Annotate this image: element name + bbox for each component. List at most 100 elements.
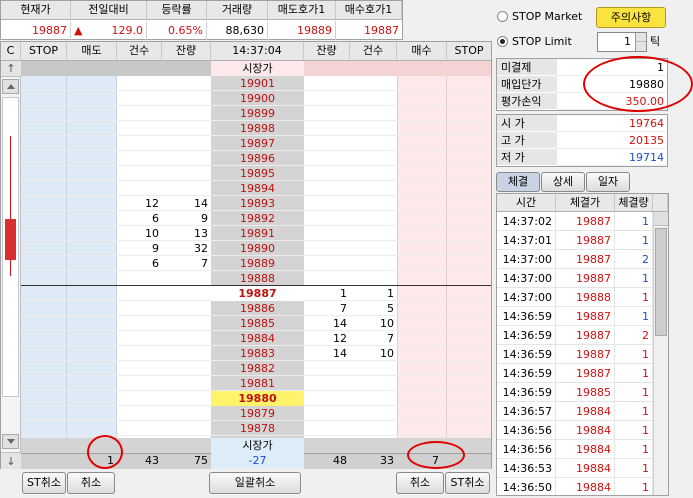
price-cell[interactable]: 19891 <box>211 226 304 241</box>
price-cell[interactable]: 19890 <box>211 241 304 256</box>
change-value: 129.0 <box>86 21 147 40</box>
price-cell[interactable]: 19901 <box>211 76 304 91</box>
price-cell[interactable]: 19888 <box>211 271 304 286</box>
trade-qty: 1 <box>615 212 653 231</box>
price-cell[interactable]: 19885 <box>211 316 304 331</box>
price-cell[interactable]: 19883 <box>211 346 304 361</box>
price-cell[interactable]: 19897 <box>211 136 304 151</box>
trades-scroll-up-icon[interactable] <box>654 212 668 226</box>
price-cell[interactable]: 19898 <box>211 121 304 136</box>
trade-time: 14:36:56 <box>497 421 556 440</box>
scroll-down-button[interactable] <box>2 434 19 449</box>
tick-up-icon[interactable] <box>635 33 646 42</box>
buy-count-cell <box>350 166 397 181</box>
price-cell[interactable]: 19894 <box>211 181 304 196</box>
candle-body <box>5 219 16 260</box>
buy-count-cell: 10 <box>380 317 394 330</box>
header-stop-right: STOP <box>447 42 491 61</box>
tab-daily[interactable]: 일자 <box>586 172 630 192</box>
buy-count-cell <box>350 391 397 406</box>
price-cell[interactable]: 19884 <box>211 331 304 346</box>
stop-market-radio[interactable] <box>497 11 508 22</box>
header-sell-remain: 잔량 <box>162 42 211 61</box>
stop-limit-radio[interactable] <box>497 36 508 47</box>
quote-header-bid1: 매수호가1 <box>336 1 402 20</box>
caution-button[interactable]: 주의사항 <box>596 7 666 28</box>
price-cell[interactable]: 19893 <box>211 196 304 211</box>
sell-count-cell <box>117 181 162 196</box>
ohl-value: 19714 <box>557 149 667 166</box>
sell-remain-cell <box>162 421 211 436</box>
sell-remain-cell <box>162 271 211 286</box>
quote-header-rate: 등락률 <box>147 1 207 20</box>
st-cancel-left-button[interactable]: ST취소 <box>22 472 66 494</box>
tick-value[interactable]: 1 <box>598 33 634 51</box>
sell-remain-cell: 13 <box>194 227 208 240</box>
buy-remain-cell <box>304 211 350 226</box>
trade-price: 19884 <box>556 459 615 478</box>
trade-qty: 1 <box>615 288 653 307</box>
quote-header-current: 현재가 <box>1 1 71 20</box>
market-price-bottom[interactable]: 시장가 <box>211 438 304 453</box>
trade-price: 19884 <box>556 421 615 440</box>
price-cell[interactable]: 19900 <box>211 91 304 106</box>
sell-count-cell <box>117 406 162 421</box>
tab-trades[interactable]: 체결 <box>496 172 540 192</box>
cancel-right-button[interactable]: 취소 <box>396 472 444 494</box>
stop-market-label[interactable]: STOP Market <box>512 9 592 25</box>
price-cell[interactable]: 19896 <box>211 151 304 166</box>
annotation-circle-sell-pending <box>87 435 123 469</box>
buy-count-cell <box>350 361 397 376</box>
trade-qty: 1 <box>615 307 653 326</box>
tab-detail[interactable]: 상세 <box>541 172 585 192</box>
tick-down-icon[interactable] <box>635 42 646 51</box>
cancel-all-button[interactable]: 일괄취소 <box>209 472 301 494</box>
trades-scroll-thumb[interactable] <box>655 228 667 336</box>
scroll-top-arrow-icon[interactable]: ↑ <box>1 61 21 77</box>
market-price-top[interactable]: 시장가 <box>211 61 304 76</box>
sell-count-cell: 9 <box>152 242 159 255</box>
trade-price: 19887 <box>556 269 615 288</box>
scroll-up-button[interactable] <box>2 79 19 94</box>
sell-count-cell <box>117 301 162 316</box>
buy-count-cell <box>350 211 397 226</box>
chart-c-button[interactable]: C <box>1 42 21 61</box>
tick-stepper[interactable]: 1 <box>597 32 647 52</box>
sell-count-cell <box>117 76 162 91</box>
trade-qty: 1 <box>615 364 653 383</box>
quote-header-change: 전일대비 <box>71 1 147 20</box>
trades-scrollbar[interactable] <box>653 212 668 495</box>
sell-count-cell <box>117 316 162 331</box>
cancel-left-button[interactable]: 취소 <box>67 472 115 494</box>
st-cancel-right-button[interactable]: ST취소 <box>445 472 490 494</box>
sell-count-cell <box>117 286 162 301</box>
stop-limit-label[interactable]: STOP Limit <box>512 34 592 50</box>
sell-count-cell <box>117 361 162 376</box>
price-cell[interactable]: 19879 <box>211 406 304 421</box>
price-cell[interactable]: 19889 <box>211 256 304 271</box>
price-cell[interactable]: 19886 <box>211 301 304 316</box>
price-cell[interactable]: 19892 <box>211 211 304 226</box>
total-diff: -27 <box>211 453 304 469</box>
trade-qty: 1 <box>615 269 653 288</box>
trades-header-spacer <box>653 194 668 212</box>
buy-remain-cell <box>304 76 350 91</box>
buy-remain-cell <box>304 151 350 166</box>
trade-qty: 2 <box>615 250 653 269</box>
price-cell[interactable]: 19878 <box>211 421 304 436</box>
buy-count-cell: 10 <box>380 347 394 360</box>
price-cell[interactable]: 19880 <box>211 391 304 406</box>
buy-count-cell <box>350 421 397 436</box>
scroll-bottom-arrow-icon[interactable]: ↓ <box>1 452 21 469</box>
trade-time: 14:37:00 <box>497 250 556 269</box>
buy-remain-cell <box>304 196 350 211</box>
current-price: 19887 <box>1 21 71 40</box>
sell-count-cell: 10 <box>145 227 159 240</box>
buy-remain-cell <box>304 421 350 436</box>
price-cell[interactable]: 19882 <box>211 361 304 376</box>
price-cell[interactable]: 19887 <box>211 286 304 301</box>
price-cell[interactable]: 19895 <box>211 166 304 181</box>
price-cell[interactable]: 19881 <box>211 376 304 391</box>
ohl-label: 시 가 <box>497 115 557 132</box>
price-cell[interactable]: 19899 <box>211 106 304 121</box>
